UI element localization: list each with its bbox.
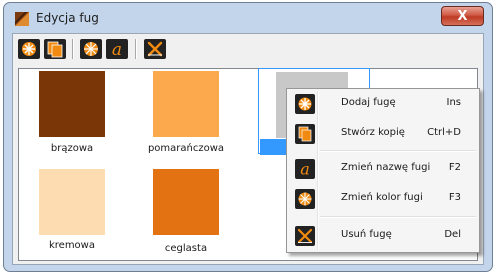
toolbar-rename-button[interactable]: a [105, 38, 129, 60]
title-bar[interactable]: Edycja fug X [4, 3, 492, 33]
grout-label: ceglasta [164, 243, 208, 254]
context-menu: Dodaj fugę Ins Stwórz kopię Ctrl+D a Zmi… [286, 88, 480, 253]
grout-swatch-brazowa[interactable] [39, 71, 105, 137]
app-icon [15, 12, 29, 26]
menu-item-delete[interactable]: Usuń fugę Del [289, 223, 477, 249]
menu-item-add-grout[interactable]: Dodaj fugę Ins [289, 91, 477, 117]
grout-swatch-ceglasta[interactable] [153, 169, 219, 235]
toolbar-delete-button[interactable] [143, 38, 167, 60]
toolbar-color-button[interactable] [79, 38, 103, 60]
toolbar-separator [72, 39, 74, 59]
svg-text:a: a [112, 40, 122, 60]
menu-item-label: Dodaj fugę [341, 97, 396, 108]
menu-separator [320, 216, 476, 218]
copy-icon [44, 39, 66, 59]
menu-item-label: Zmień nazwę fugi [341, 162, 431, 173]
grout-label: pomarańczowa [147, 143, 225, 154]
copy-icon [295, 124, 315, 144]
rename-icon: a [295, 159, 315, 179]
menu-item-label: Zmień kolor fugi [341, 192, 423, 203]
grout-swatch-kremowa[interactable] [39, 169, 105, 235]
color-wheel-icon [295, 189, 315, 209]
close-button[interactable]: X [441, 6, 484, 26]
toolbar-separator [135, 39, 137, 59]
rename-icon: a [106, 39, 128, 60]
menu-item-shortcut: F3 [448, 192, 461, 203]
svg-text:a: a [300, 160, 310, 179]
menu-item-change-color[interactable]: Zmień kolor fugi F3 [289, 186, 477, 212]
grout-label: brązowa [50, 143, 94, 154]
color-wheel-icon [80, 39, 102, 59]
menu-separator [320, 150, 476, 152]
menu-item-label: Usuń fugę [341, 229, 392, 240]
menu-item-shortcut: Ins [446, 97, 462, 108]
menu-item-label: Stwórz kopię [341, 127, 405, 138]
menu-item-rename[interactable]: a Zmień nazwę fugi F2 [289, 156, 477, 182]
menu-item-shortcut: Del [444, 229, 461, 240]
window-title: Edycja fug [36, 11, 99, 25]
grout-label: kremowa [48, 240, 95, 251]
delete-icon [295, 226, 315, 246]
toolbar-add-button[interactable] [17, 38, 41, 60]
grout-swatch-pomaranczowa[interactable] [153, 71, 219, 137]
menu-item-shortcut: Ctrl+D [427, 127, 461, 138]
add-grout-icon [295, 94, 315, 114]
toolbar-copy-button[interactable] [43, 38, 67, 60]
add-grout-icon [18, 39, 40, 59]
delete-icon [144, 39, 166, 59]
toolbar: a [13, 34, 483, 64]
menu-item-copy[interactable]: Stwórz kopię Ctrl+D [289, 121, 477, 147]
menu-item-shortcut: F2 [448, 162, 461, 173]
